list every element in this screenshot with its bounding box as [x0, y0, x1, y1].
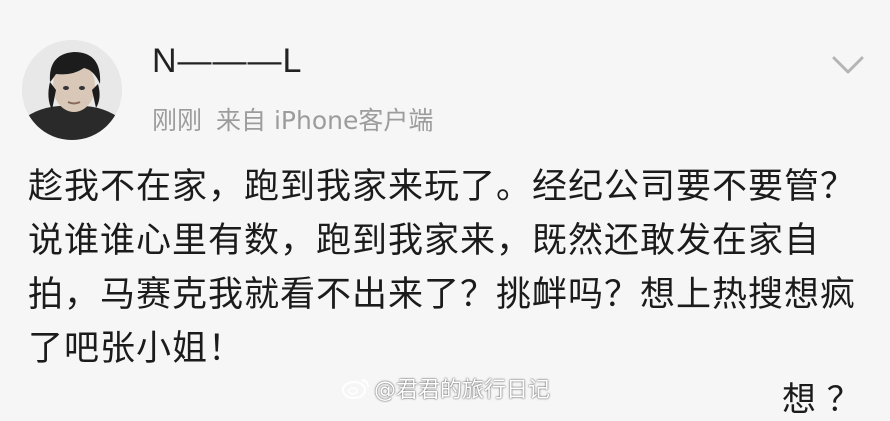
- post-time: 刚刚: [152, 106, 203, 135]
- avatar[interactable]: [22, 40, 122, 140]
- weibo-logo-icon: [342, 377, 370, 399]
- post-meta: 刚刚 来自 iPhone客户端: [152, 101, 433, 137]
- chevron-down-icon[interactable]: [828, 50, 868, 80]
- watermark-text: @君君的旅行日记: [374, 378, 551, 403]
- watermark: @君君的旅行日记: [342, 372, 550, 404]
- post-source: 来自 iPhone客户端: [216, 106, 434, 135]
- post-content: 趁我不在家，跑到我家来玩了。经纪公司要不要管？说谁谁心里有数，跑到我家来，既然还…: [28, 167, 857, 369]
- partial-next-line: 想 ？: [782, 380, 861, 420]
- weibo-post: N———L 刚刚 来自 iPhone客户端 趁我不在家，跑到我家来玩了。经纪公司要…: [0, 0, 890, 420]
- username[interactable]: N———L: [152, 42, 302, 81]
